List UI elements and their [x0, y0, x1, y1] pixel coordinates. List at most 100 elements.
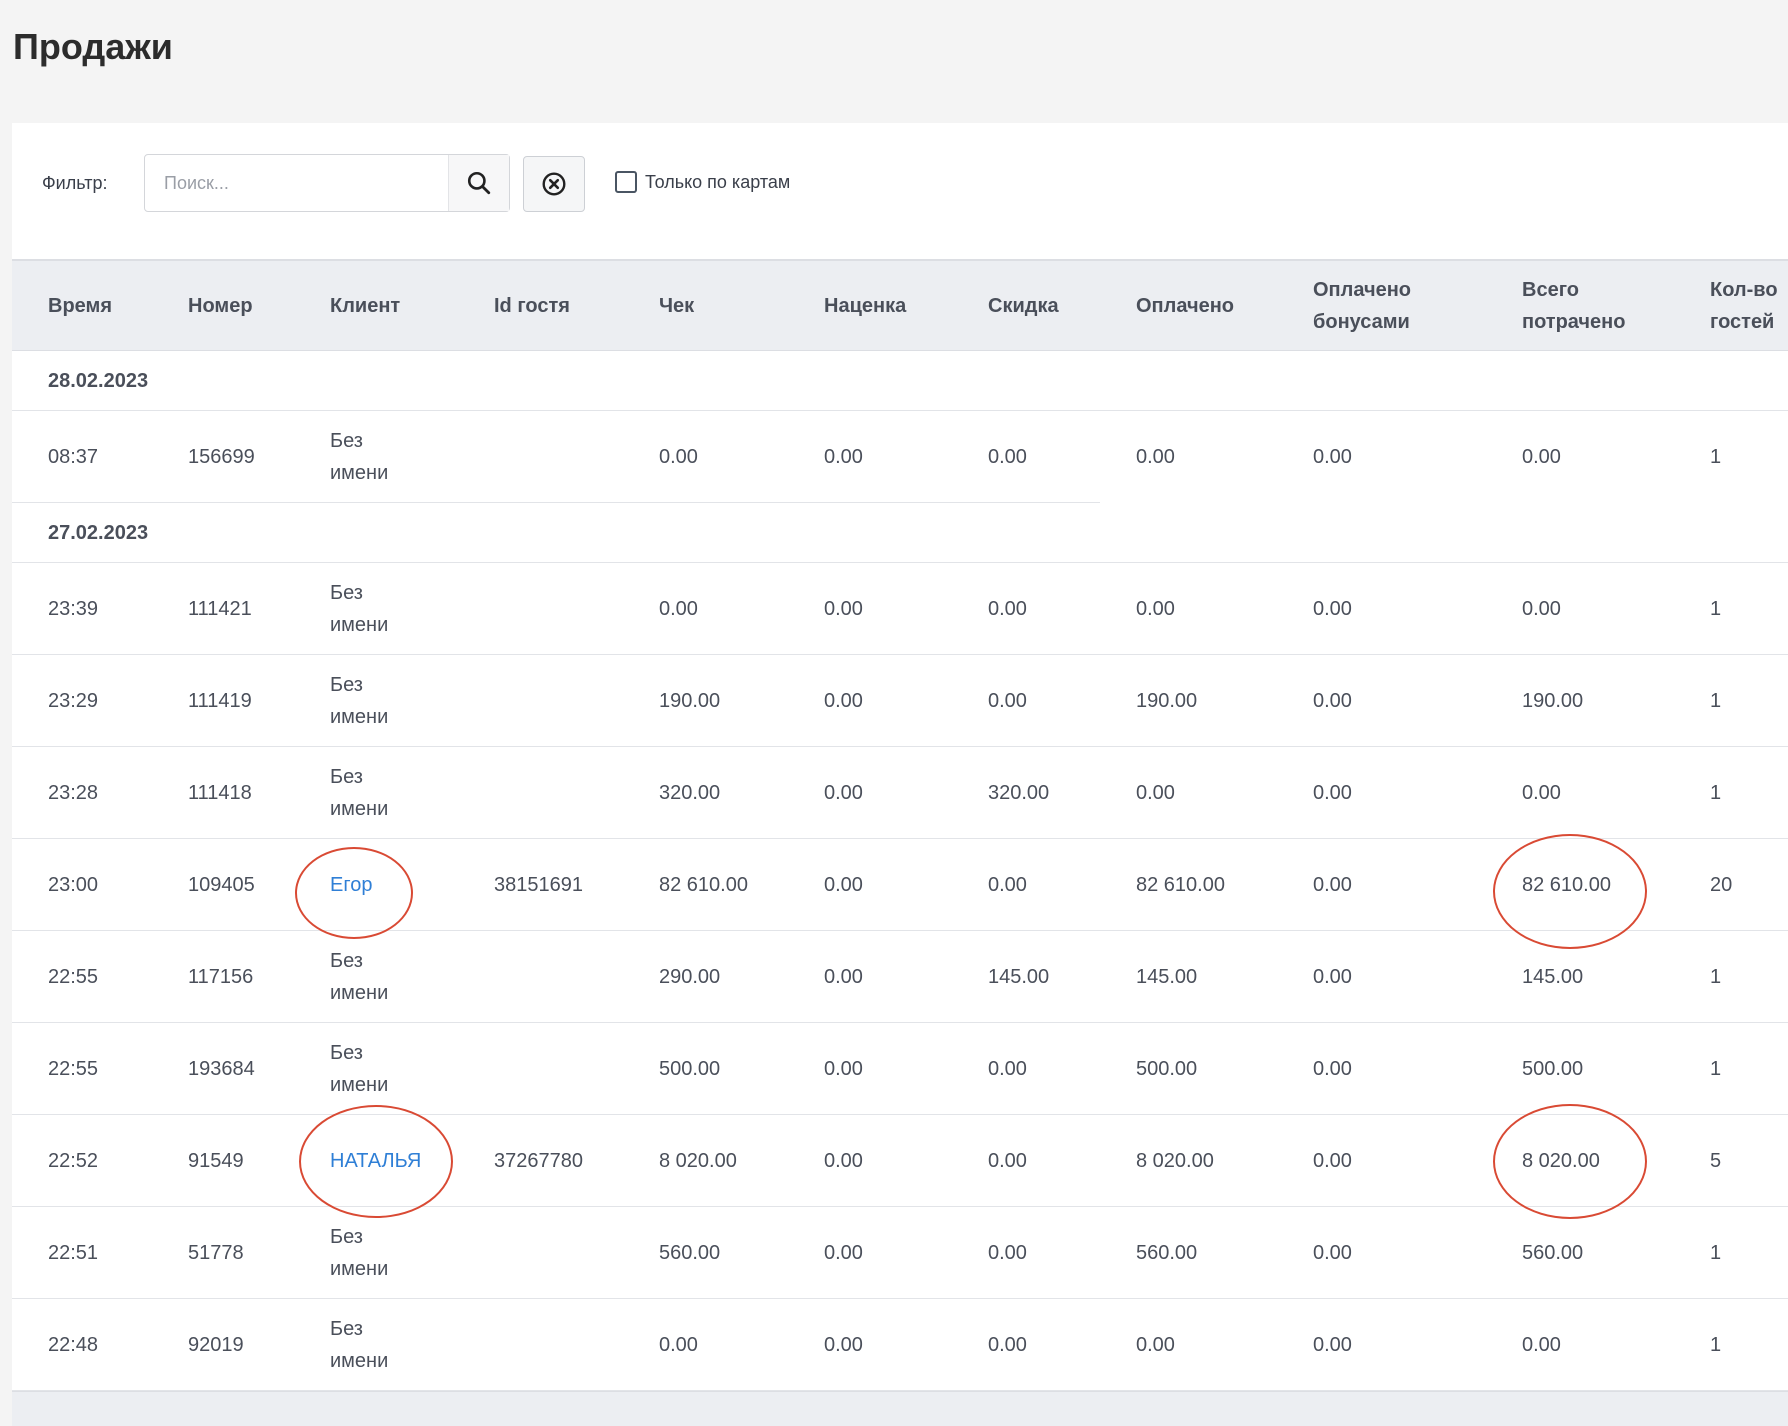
col-header-number[interactable]: Номер	[188, 261, 253, 351]
cell-client: Егор	[330, 839, 372, 931]
search-icon	[467, 171, 491, 195]
cell-check: 82 610.00	[659, 874, 748, 896]
cell-total-spent: 8 020.00	[1522, 1150, 1600, 1172]
cell-markup: 0.00	[824, 690, 863, 712]
cell-guests: 1	[1710, 1058, 1722, 1080]
cell-check: 8 020.00	[659, 1150, 737, 1172]
cell-total-spent: 0.00	[1522, 598, 1561, 620]
cell-paid-bonus: 0.00	[1313, 1334, 1352, 1356]
cell-guests: 1	[1710, 690, 1722, 712]
date-group-row: 27.02.2023	[12, 503, 1788, 563]
cell-paid: 560.00	[1136, 1242, 1198, 1264]
cell-paid-bonus: 0.00	[1313, 874, 1352, 896]
table-row[interactable]: 23:28 111418 Без имени 320.00 0.00 320.00 0.00…	[12, 747, 1788, 839]
cell-number: 109405	[188, 874, 255, 896]
cell-check: 190.00	[659, 690, 721, 712]
table-row[interactable]: 22:52 91549 НАТАЛЬЯ 37267780 8 020.00 0.00 0.0…	[12, 1115, 1788, 1207]
cell-guest-id: 38151691	[494, 874, 583, 896]
cell-time: 22:55	[48, 966, 99, 988]
search-button[interactable]	[448, 155, 509, 211]
table-header: Время Номер Клиент Id гостя Чек Наценка …	[12, 259, 1788, 351]
table-row[interactable]: 22:55 193684 Без имени 500.00 0.00 0.00 500.00…	[12, 1023, 1788, 1115]
client-name: Без имени	[330, 674, 389, 728]
cell-client: НАТАЛЬЯ	[330, 1115, 421, 1207]
cell-number: 91549	[188, 1150, 244, 1172]
table-row[interactable]: 08:37 156699 Без имени 0.00 0.00 0.00 0.00 0.00…	[12, 411, 1788, 503]
col-header-guests[interactable]: Кол-во гостей	[1710, 261, 1788, 351]
cell-check: 290.00	[659, 966, 721, 988]
cell-time: 22:51	[48, 1242, 99, 1264]
cell-paid: 0.00	[1136, 1334, 1175, 1356]
cell-time: 08:37	[48, 446, 99, 468]
col-header-paid-bonus[interactable]: Оплачено бонусами	[1313, 261, 1443, 351]
cell-guests: 1	[1710, 782, 1722, 804]
cell-paid-bonus: 0.00	[1313, 446, 1352, 468]
cell-number: 51778	[188, 1242, 244, 1264]
cell-client: Без имени	[330, 1299, 410, 1391]
cell-time: 22:48	[48, 1334, 99, 1356]
cell-paid-bonus: 0.00	[1313, 1242, 1352, 1264]
cell-guests: 1	[1710, 1334, 1722, 1356]
cell-discount: 0.00	[988, 1334, 1027, 1356]
cards-only-label: Только по картам	[645, 171, 791, 192]
cell-paid-bonus: 0.00	[1313, 966, 1352, 988]
cell-check: 500.00	[659, 1058, 721, 1080]
cell-discount: 320.00	[988, 782, 1050, 804]
cell-client: Без имени	[330, 747, 410, 839]
client-link[interactable]: Егор	[330, 869, 372, 901]
cell-total-spent: 145.00	[1522, 966, 1584, 988]
table-row[interactable]: 22:48 92019 Без имени 0.00 0.00 0.00 0.00 0.00 0…	[12, 1299, 1788, 1391]
col-header-check[interactable]: Чек	[659, 261, 694, 351]
cell-client: Без имени	[330, 563, 410, 655]
cards-only-checkbox[interactable]	[615, 171, 637, 193]
cell-total-spent: 82 610.00	[1522, 874, 1611, 896]
cell-paid-bonus: 0.00	[1313, 1150, 1352, 1172]
client-link[interactable]: НАТАЛЬЯ	[330, 1145, 421, 1177]
table-row[interactable]: 22:55 117156 Без имени 290.00 0.00 145.00 145.…	[12, 931, 1788, 1023]
col-header-client[interactable]: Клиент	[330, 261, 400, 351]
cell-guests: 1	[1710, 1242, 1722, 1264]
table-row[interactable]: 22:51 51778 Без имени 560.00 0.00 0.00 560.00 0…	[12, 1207, 1788, 1299]
date-group-row: 28.02.2023	[12, 351, 1788, 411]
cell-number: 156699	[188, 446, 255, 468]
cell-number: 193684	[188, 1058, 255, 1080]
cards-only-toggle[interactable]: Только по картам	[615, 171, 790, 193]
table-row[interactable]: 23:00 109405 Егор 38151691 82 610.00 0.00 0.00…	[12, 839, 1788, 931]
col-header-time[interactable]: Время	[48, 261, 112, 351]
search-input[interactable]	[145, 155, 450, 211]
cell-discount: 145.00	[988, 966, 1050, 988]
cell-markup: 0.00	[824, 598, 863, 620]
date-group-label: 28.02.2023	[48, 369, 149, 392]
cell-paid: 500.00	[1136, 1058, 1198, 1080]
cell-markup: 0.00	[824, 1150, 863, 1172]
cell-paid: 0.00	[1136, 446, 1175, 468]
cell-markup: 0.00	[824, 446, 863, 468]
cell-paid-bonus: 0.00	[1313, 782, 1352, 804]
cell-check: 0.00	[659, 598, 698, 620]
client-name: Без имени	[330, 1042, 389, 1096]
table-footer	[12, 1391, 1788, 1426]
table-row[interactable]: 23:39 111421 Без имени 0.00 0.00 0.00 0.00 0.00…	[12, 563, 1788, 655]
cell-paid: 0.00	[1136, 782, 1175, 804]
col-header-total-spent[interactable]: Всего потрачено	[1522, 261, 1652, 351]
col-header-discount[interactable]: Скидка	[988, 261, 1059, 351]
cell-paid: 145.00	[1136, 966, 1198, 988]
table-row[interactable]: 23:29 111419 Без имени 190.00 0.00 0.00 190.00…	[12, 655, 1788, 747]
cell-discount: 0.00	[988, 598, 1027, 620]
cell-discount: 0.00	[988, 1058, 1027, 1080]
cell-time: 22:55	[48, 1058, 99, 1080]
cell-time: 22:52	[48, 1150, 99, 1172]
clear-filter-button[interactable]	[523, 156, 585, 212]
col-header-guest-id[interactable]: Id гостя	[494, 261, 570, 351]
col-header-paid[interactable]: Оплачено	[1136, 261, 1234, 351]
cell-number: 92019	[188, 1334, 244, 1356]
col-header-markup[interactable]: Наценка	[824, 261, 906, 351]
cell-markup: 0.00	[824, 874, 863, 896]
cell-guests: 20	[1710, 874, 1733, 896]
cell-check: 0.00	[659, 1334, 698, 1356]
page-title: Продажи	[13, 26, 173, 67]
cell-discount: 0.00	[988, 690, 1027, 712]
cell-client: Без имени	[330, 931, 410, 1023]
cell-number: 117156	[188, 966, 254, 988]
cell-total-spent: 0.00	[1522, 446, 1561, 468]
